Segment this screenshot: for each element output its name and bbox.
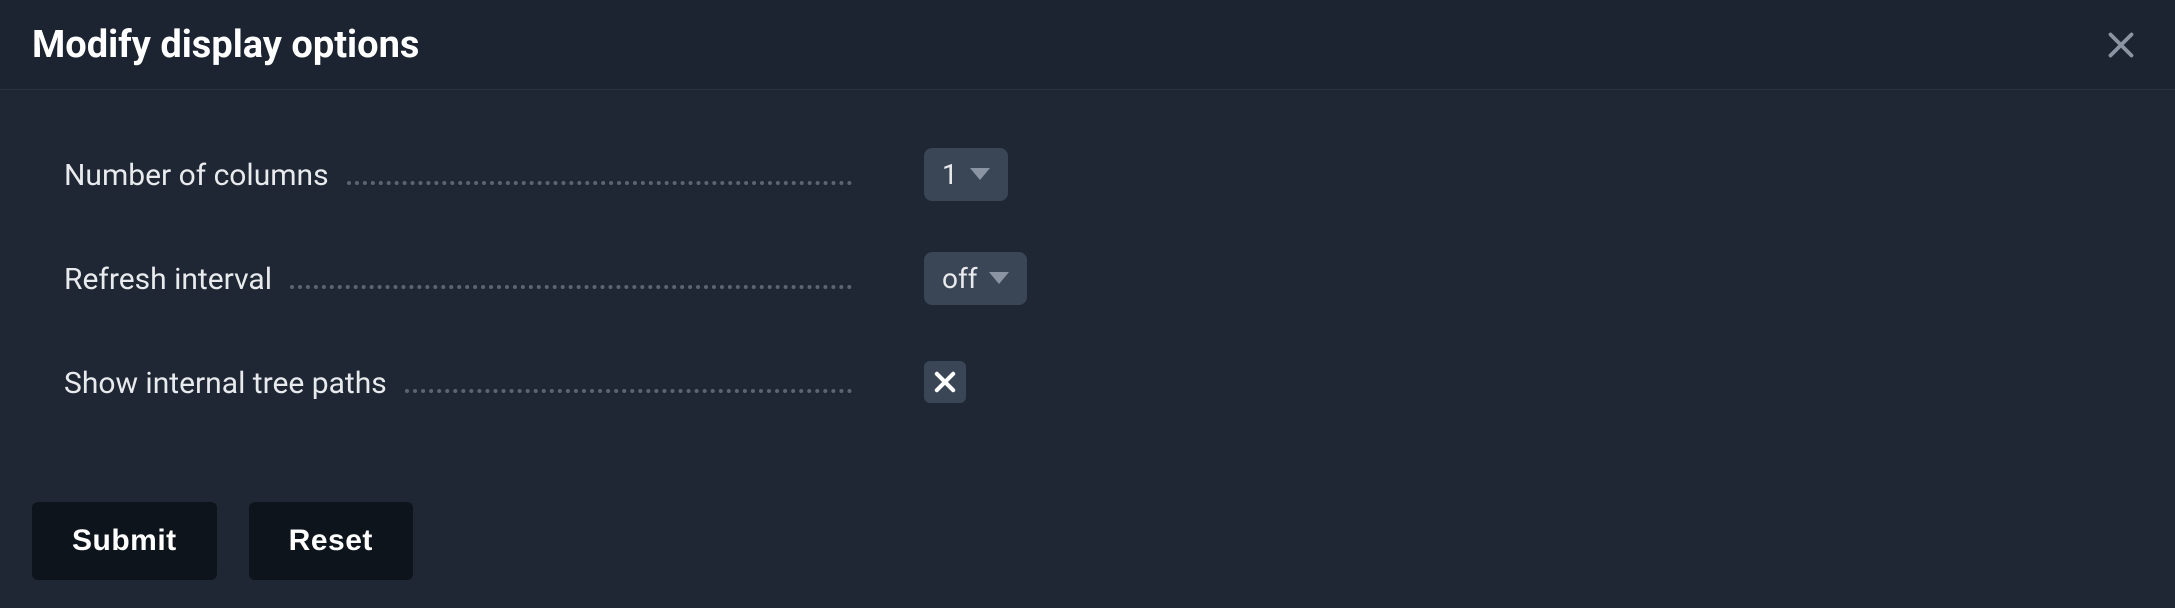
dropdown-value: off [942,262,977,295]
field-row-columns: Number of columns 1 [64,146,2111,202]
field-label-wrap: Refresh interval [64,259,864,297]
submit-button[interactable]: Submit [32,502,217,580]
field-control: off [924,252,1027,305]
field-label: Show internal tree paths [64,366,387,401]
dialog-content: Number of columns 1 Refresh interval off… [0,90,2175,410]
field-label: Number of columns [64,158,329,193]
refresh-dropdown[interactable]: off [924,252,1027,305]
dropdown-value: 1 [942,158,958,191]
dotted-leader [290,259,852,289]
tree-paths-checkbox[interactable] [924,361,966,403]
field-label-wrap: Show internal tree paths [64,363,864,401]
x-icon [931,368,959,396]
dotted-leader [347,155,852,185]
field-label: Refresh interval [64,262,272,297]
field-label-wrap: Number of columns [64,155,864,193]
close-button[interactable] [2099,23,2143,67]
field-row-tree-paths: Show internal tree paths [64,354,2111,410]
dialog-footer: Submit Reset [32,502,413,580]
chevron-down-icon [989,272,1009,284]
dialog-header: Modify display options [0,0,2175,90]
columns-dropdown[interactable]: 1 [924,148,1008,201]
chevron-down-icon [970,168,990,180]
dotted-leader [405,363,852,393]
field-control: 1 [924,148,1008,201]
field-control [924,361,966,403]
close-icon [2103,27,2139,63]
reset-button[interactable]: Reset [249,502,413,580]
field-row-refresh: Refresh interval off [64,250,2111,306]
dialog-title: Modify display options [32,23,419,67]
